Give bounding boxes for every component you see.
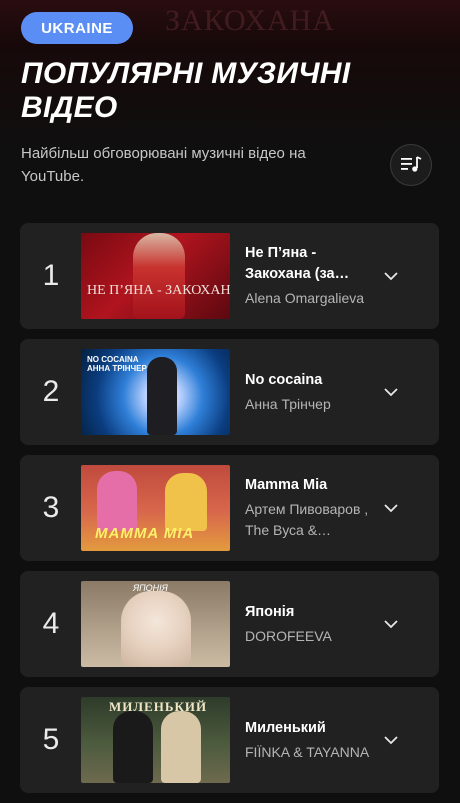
video-title[interactable]: Японія [245,602,375,623]
thumbnail-figure [97,471,137,531]
video-thumbnail[interactable]: NO COCAINA АННА ТРІНЧЕР [81,349,230,435]
expand-button[interactable] [376,493,406,523]
video-thumbnail[interactable]: НЕ П’ЯНА - ЗАКОХАНА [81,233,230,319]
chevron-down-icon [384,504,398,513]
video-rank: 5 [42,723,60,756]
chevron-down-icon [384,736,398,745]
page-title: ПОПУЛЯРНІ МУЗИЧНІ ВІДЕО [21,57,351,124]
thumbnail-text: MAMMA MIA [95,525,195,542]
chevron-down-icon [384,272,398,281]
video-rank: 3 [42,491,60,524]
video-card[interactable]: 3 MAMMA MIA Mamma Mia Артем Пивоваров , … [20,455,439,561]
video-thumbnail[interactable]: MAMMA MIA [81,465,230,551]
video-rank: 1 [42,259,60,292]
country-chip[interactable]: UKRAINE [21,12,133,44]
video-title[interactable]: No cocaina [245,370,375,391]
expand-button[interactable] [376,609,406,639]
video-artist[interactable]: Alena Omargalieva [245,288,375,309]
thumbnail-figure [133,233,185,319]
thumbnail-text: ЯПОНІЯ [133,583,168,593]
thumbnail-text: NO COCAINA АННА ТРІНЧЕР [87,355,147,373]
video-info: Mamma Mia Артем Пивоваров , The Вуса &… [245,455,375,561]
video-card[interactable]: 4 ЯПОНІЯ Японія DOROFEEVA [20,571,439,677]
video-artist[interactable]: FIЇNKA & TAYANNA [245,742,375,763]
video-info: No cocaina Анна Трінчер [245,339,375,445]
thumbnail-figure [121,591,191,667]
thumbnail-figure [165,473,207,531]
chevron-down-icon [384,620,398,629]
video-artist[interactable]: DOROFEEVA [245,626,375,647]
video-title[interactable]: Не П’яна - Закохана (за… [245,243,375,285]
page-description: Найбільш обговорювані музичні відео на Y… [21,145,306,185]
expand-button[interactable] [376,261,406,291]
video-artist[interactable]: Анна Трінчер [245,394,375,415]
video-card[interactable]: 5 МИЛЕНЬКИЙ Миленький FIЇNKA & TAYANNA [20,687,439,793]
expand-button[interactable] [376,725,406,755]
video-card[interactable]: 2 NO COCAINA АННА ТРІНЧЕР No cocaina Анн… [20,339,439,445]
hero-background-text: ЗАКОХАНА [165,4,335,37]
video-title[interactable]: Mamma Mia [245,475,375,496]
expand-button[interactable] [376,377,406,407]
video-artist[interactable]: Артем Пивоваров , The Вуса &… [245,499,375,541]
video-rank: 4 [42,607,60,640]
video-card[interactable]: 1 НЕ П’ЯНА - ЗАКОХАНА Не П’яна - Закохан… [20,223,439,329]
video-thumbnail[interactable]: ЯПОНІЯ [81,581,230,667]
video-info: Не П’яна - Закохана (за… Alena Omargalie… [245,223,375,329]
thumbnail-figure [113,711,153,783]
video-title[interactable]: Миленький [245,718,375,739]
video-info: Миленький FIЇNKA & TAYANNA [245,687,375,793]
thumbnail-figure [161,711,201,783]
thumbnail-text: МИЛЕНЬКИЙ [109,699,208,714]
playlist-button[interactable] [390,144,432,186]
playlist-add-icon [401,156,422,172]
video-info: Японія DOROFEEVA [245,571,375,677]
video-thumbnail[interactable]: МИЛЕНЬКИЙ [81,697,230,783]
thumbnail-figure [147,357,177,435]
video-rank: 2 [42,375,60,408]
thumbnail-text: НЕ П’ЯНА - ЗАКОХАНА [87,283,230,298]
video-list: 1 НЕ П’ЯНА - ЗАКОХАНА Не П’яна - Закохан… [20,223,439,803]
chevron-down-icon [384,388,398,397]
